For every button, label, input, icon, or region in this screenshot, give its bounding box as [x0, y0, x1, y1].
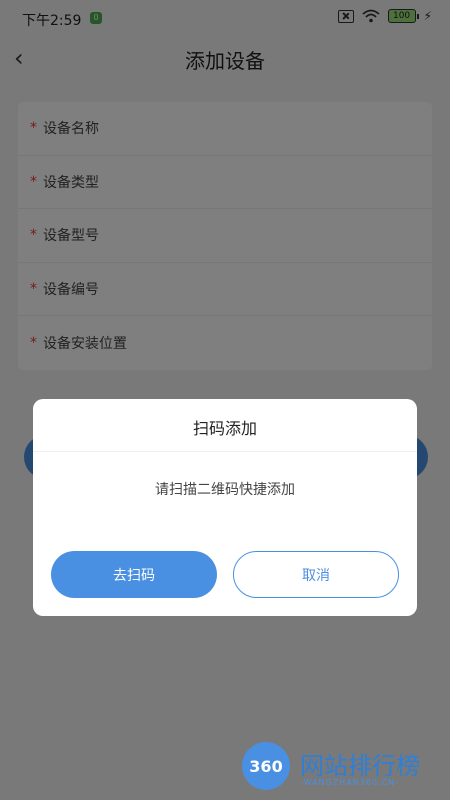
dialog-divider	[33, 451, 417, 452]
go-scan-button[interactable]: 去扫码	[51, 551, 217, 598]
cancel-button[interactable]: 取消	[233, 551, 399, 598]
watermark-logo: 360 网站排行榜 -WANGZHAN360.CN-	[242, 742, 442, 794]
watermark-subtext: -WANGZHAN360.CN-	[300, 778, 399, 787]
dialog-title: 扫码添加	[192, 419, 257, 438]
watermark-360-badge: 360	[242, 742, 290, 790]
scan-dialog: 扫码添加 请扫描二维码快捷添加 去扫码 取消	[33, 399, 417, 616]
dialog-message: 请扫描二维码快捷添加	[155, 482, 295, 498]
watermark-text: 网站排行榜	[300, 752, 420, 780]
